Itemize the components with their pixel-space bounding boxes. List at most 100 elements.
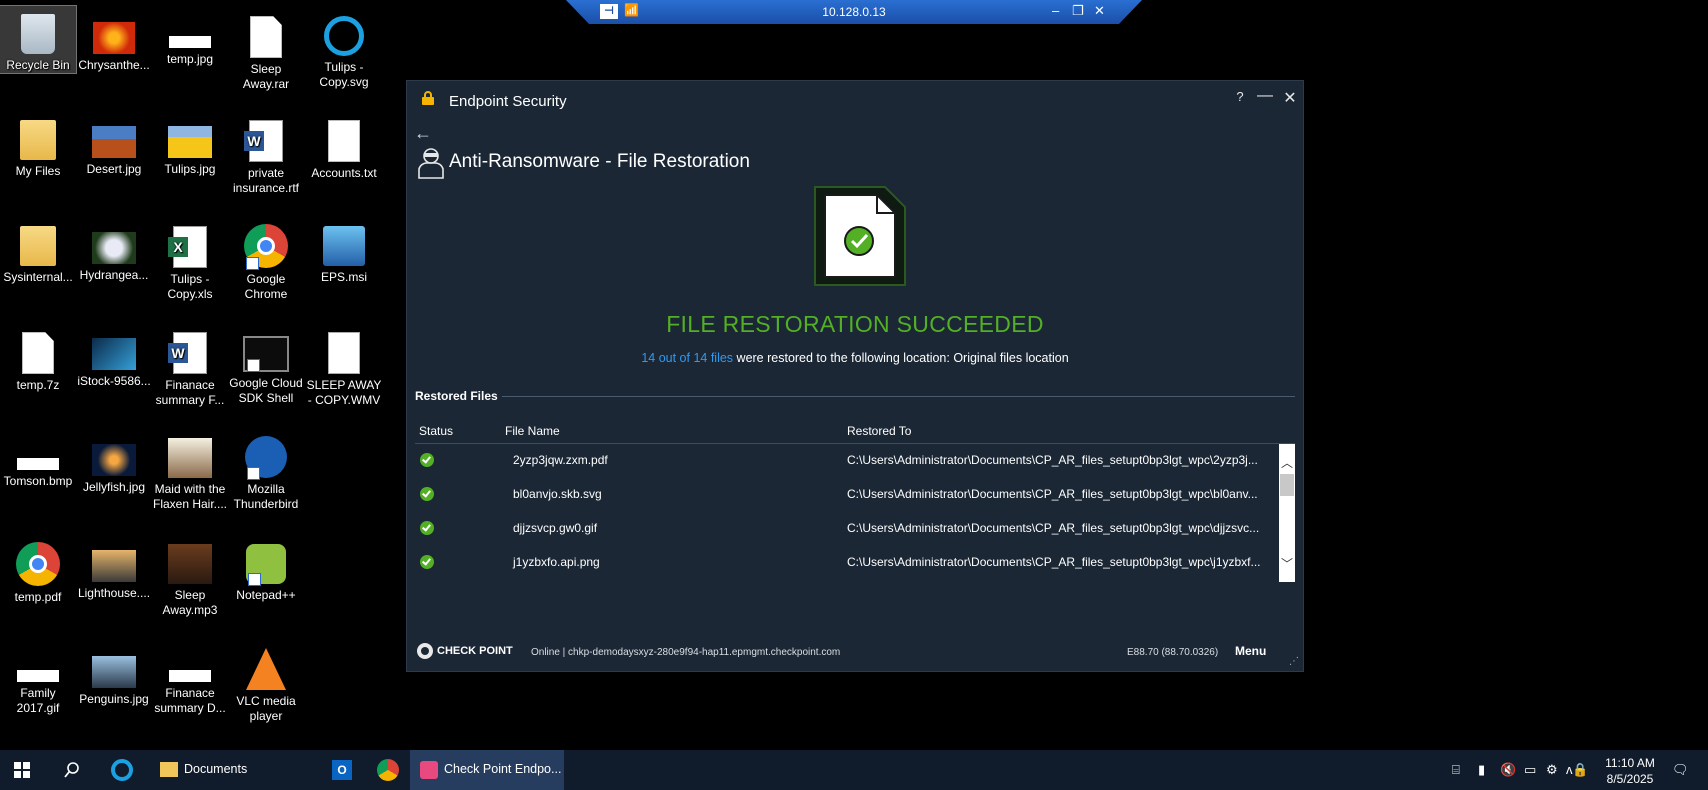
clock-date: 8/5/2025 <box>1606 772 1654 786</box>
desktop-icon-label: Sysinternal... <box>3 270 73 284</box>
restore-count-link[interactable]: 14 out of 14 files <box>641 351 733 365</box>
desktop-icon-accounts-txt[interactable]: Accounts.txt <box>306 110 382 181</box>
desktop-icon-label: Tulips - Copy.svg <box>319 60 369 89</box>
desktop-icon-google-chrome[interactable]: Google Chrome <box>228 216 304 302</box>
windows-logo-icon <box>14 762 30 778</box>
terminal-icon <box>243 336 289 372</box>
system-clock[interactable]: 11:10 AM 8/5/2025 <box>1594 755 1666 787</box>
folder-icon <box>20 120 56 160</box>
image-icon <box>92 444 136 476</box>
network-icon[interactable]: ▭ <box>1524 762 1536 778</box>
remote-restore-button[interactable]: ❐ <box>1072 3 1084 19</box>
scroll-up-icon[interactable]: ︿ <box>1279 454 1295 471</box>
desktop-icon-my-files[interactable]: My Files <box>0 110 76 179</box>
desktop-icon-tulips[interactable]: Tulips.jpg <box>152 110 228 177</box>
desktop-icon-label: Tulips - Copy.xls <box>167 272 213 301</box>
taskbar-documents[interactable]: Documents <box>150 750 320 790</box>
remote-minimize-button[interactable]: – <box>1052 3 1059 18</box>
scroll-thumb[interactable] <box>1280 474 1294 496</box>
close-button[interactable]: ✕ <box>1280 88 1300 108</box>
connection-status: Online | chkp-demodaysxyz-280e9f94-hap11… <box>531 647 841 658</box>
desktop-icon-sysinternals[interactable]: Sysinternal... <box>0 216 76 285</box>
check-point-tray-icon[interactable]: 🔒 <box>1572 762 1588 778</box>
desktop-icon-tulips-svg[interactable]: Tulips - Copy.svg <box>306 6 382 90</box>
desktop-icon-maid-flaxen[interactable]: Maid with the Flaxen Hair.... <box>152 428 228 512</box>
remote-close-button[interactable]: ✕ <box>1094 3 1105 19</box>
desktop-icon-tomson-bmp[interactable]: Tomson.bmp <box>0 428 76 489</box>
desktop-icon-desert[interactable]: Desert.jpg <box>76 110 152 177</box>
usb-device-icon[interactable]: ▮ <box>1478 762 1485 778</box>
scroll-down-icon[interactable]: ﹀ <box>1279 555 1295 572</box>
table-row[interactable]: j1yzbxfo.api.png C:\Users\Administrator\… <box>415 546 1277 576</box>
desktop-icon-label: iStock-9586... <box>77 374 151 388</box>
search-icon <box>64 762 79 778</box>
desktop-icon-temp-pdf[interactable]: temp.pdf <box>0 534 76 605</box>
help-button[interactable]: ? <box>1230 89 1250 104</box>
desktop-icon-tulips-xls[interactable]: Tulips - Copy.xls <box>152 216 228 302</box>
title-bar[interactable]: Endpoint Security ? — ✕ <box>407 81 1303 115</box>
restored-path: C:\Users\Administrator\Documents\CP_AR_f… <box>847 487 1258 501</box>
desktop-icon-lighthouse[interactable]: Lighthouse.... <box>76 534 152 601</box>
desktop-icon-sleep-away-rar[interactable]: Sleep Away.rar <box>228 6 304 92</box>
column-status[interactable]: Status <box>419 424 453 438</box>
menu-button[interactable]: Menu <box>1235 644 1266 658</box>
desktop-icon-notepad-plus[interactable]: Notepad++ <box>228 534 304 603</box>
minimize-button[interactable]: — <box>1255 87 1275 105</box>
back-arrow-icon[interactable]: ← <box>414 123 432 144</box>
image-icon <box>92 338 136 370</box>
page-title: Anti-Ransomware - File Restoration <box>449 151 750 172</box>
table-row[interactable]: 2yzp3jqw.zxm.pdf C:\Users\Administrator\… <box>415 444 1277 474</box>
taskbar-outlook[interactable]: O <box>320 750 364 790</box>
desktop-icon-finance-summary-d[interactable]: Finanace summary D... <box>152 640 228 716</box>
chrome-pdf-icon <box>16 542 60 586</box>
desktop-icon-sleep-away-wmv[interactable]: SLEEP AWAY - COPY.WMV <box>306 322 382 408</box>
volume-muted-icon[interactable]: 🔇 <box>1500 762 1516 778</box>
window-footer: CHECK POINT Online | chkp-demodaysxyz-28… <box>407 631 1303 671</box>
desktop-icon-label: Finanace summary F... <box>155 378 225 407</box>
desktop-icon-eps-msi[interactable]: EPS.msi <box>306 216 382 285</box>
remote-session-bar: ⊣ 📶 10.128.0.13 – ❐ ✕ <box>566 0 1142 24</box>
desktop-icon-hydrangeas[interactable]: Hydrangea... <box>76 216 152 283</box>
desktop-icon-temp-jpg[interactable]: temp.jpg <box>152 6 228 67</box>
column-restored-to[interactable]: Restored To <box>847 424 911 438</box>
desktop-icon-penguins[interactable]: Penguins.jpg <box>76 640 152 707</box>
desktop-icon-recycle-bin[interactable]: Recycle Bin <box>0 5 77 74</box>
notification-center-icon[interactable]: 🗨 <box>1672 762 1689 778</box>
network-share-icon[interactable]: ⌸ <box>1452 762 1460 778</box>
search-button[interactable] <box>50 750 94 790</box>
thunderbird-icon <box>245 436 287 480</box>
desktop-icon-jellyfish[interactable]: Jellyfish.jpg <box>76 428 152 495</box>
restored-files-list: 2yzp3jqw.zxm.pdf C:\Users\Administrator\… <box>415 444 1277 582</box>
desktop-icon-label: Jellyfish.jpg <box>82 480 146 494</box>
desktop-icon-chrysanthemum[interactable]: Chrysanthe... <box>76 6 152 73</box>
desktop-icon-sleep-away-mp3[interactable]: Sleep Away.mp3 <box>152 534 228 618</box>
column-file-name[interactable]: File Name <box>505 424 560 438</box>
table-row[interactable]: djjzsvcp.gw0.gif C:\Users\Administrator\… <box>415 512 1277 542</box>
desktop-icon-private-insurance[interactable]: private insurance.rtf <box>228 110 304 196</box>
taskbar-ie[interactable] <box>100 750 144 790</box>
desktop-icon-istock[interactable]: iStock-9586... <box>76 322 152 389</box>
resize-grip-icon[interactable]: ⋰ <box>1289 656 1299 667</box>
file-name: bl0anvjo.skb.svg <box>513 487 602 501</box>
desktop-icon-finance-summary-f[interactable]: Finanace summary F... <box>152 322 228 408</box>
desktop-icon-cloud-sdk-shell[interactable]: Google Cloud SDK Shell <box>228 322 304 406</box>
desktop-icon-temp-7z[interactable]: temp.7z <box>0 322 76 393</box>
success-check-icon <box>420 555 434 569</box>
start-button[interactable] <box>0 750 44 790</box>
image-icon <box>92 550 136 582</box>
table-row[interactable]: bl0anvjo.skb.svg C:\Users\Administrator\… <box>415 478 1277 508</box>
sync-icon[interactable]: ⚙ <box>1546 762 1558 778</box>
installer-icon <box>323 226 365 266</box>
taskbar-check-point[interactable]: Check Point Endpo... <box>410 750 564 790</box>
clock-time: 11:10 AM <box>1605 756 1655 770</box>
taskbar-chrome[interactable] <box>366 750 410 790</box>
desktop-icon-label: Sleep Away.rar <box>242 62 290 91</box>
desktop-icon-label: temp.pdf <box>14 590 62 604</box>
desktop-icon-label: SLEEP AWAY - COPY.WMV <box>306 378 382 407</box>
desktop-icon-label: Notepad++ <box>236 588 296 602</box>
vertical-scrollbar[interactable]: ︿ ﹀ <box>1279 444 1295 582</box>
desktop-icon-vlc[interactable]: VLC media player <box>228 640 304 724</box>
desktop-icon-thunderbird[interactable]: Mozilla Thunderbird <box>228 428 304 512</box>
desktop-icon-label: Mozilla Thunderbird <box>233 482 299 511</box>
desktop-icon-family-gif[interactable]: Family 2017.gif <box>0 640 76 716</box>
